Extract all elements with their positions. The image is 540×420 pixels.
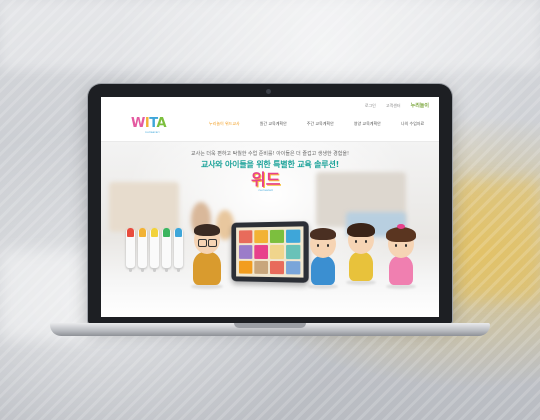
pen-yellow	[150, 228, 159, 272]
utility-bar: 로그인 고객센터 누리놀이	[365, 102, 429, 110]
nurinori-logo[interactable]: 누리놀이	[411, 102, 429, 109]
widu-logo: 위드 nurisarari	[251, 170, 281, 193]
hero-headline: 교사와 아이들을 위한 특별한 교육 솔루션!	[200, 160, 340, 169]
laptop-notch	[234, 323, 306, 328]
tablet-screen	[236, 226, 304, 278]
nav-item-my-materials[interactable]: 나의 수업자료	[401, 121, 424, 127]
nav-item-monthly-plan[interactable]: 원간 교육계획안	[260, 121, 287, 127]
widu-wordmark: 위드	[251, 170, 281, 189]
nav-item-with-teacher[interactable]: 누리놀이 위드교사	[209, 121, 240, 127]
hero-banner: 교사는 더욱 편하고 탁월한 수업 준비를! 아이들은 더 즐겁고 생생한 경험…	[101, 142, 439, 317]
laptop-camera	[266, 89, 271, 94]
login-link[interactable]: 로그인	[365, 103, 376, 109]
pen-orange	[138, 228, 147, 272]
main-nav: 누리놀이 위드교사 원간 교육계획안 주간 교육계획안 영양 교육계획안 나의 …	[209, 121, 439, 127]
tablet-device	[231, 221, 309, 283]
pen-green	[162, 228, 171, 272]
smart-pens	[126, 228, 183, 272]
laptop-lid: 로그인 고객센터 누리놀이 WITA nurisarari 누리놀이 위드교사 …	[88, 84, 452, 324]
nav-item-weekly-plan[interactable]: 주간 교육계획안	[307, 121, 334, 127]
background-shelf	[109, 182, 179, 232]
laptop-screen: 로그인 고객센터 누리놀이 WITA nurisarari 누리놀이 위드교사 …	[101, 97, 439, 317]
hero-subcopy: 교사는 더욱 편하고 탁월한 수업 준비를! 아이들은 더 즐겁고 생생한 경험…	[191, 151, 349, 157]
pen-red	[126, 228, 135, 272]
customer-center-link[interactable]: 고객센터	[386, 103, 401, 109]
logo-subtitle: nurisarari	[145, 130, 160, 134]
logo-wordmark: WITA	[131, 116, 167, 131]
pen-blue	[174, 228, 183, 272]
site-logo[interactable]: WITA nurisarari	[131, 116, 167, 134]
nav-item-nutrition-plan[interactable]: 영양 교육계획안	[354, 121, 381, 127]
